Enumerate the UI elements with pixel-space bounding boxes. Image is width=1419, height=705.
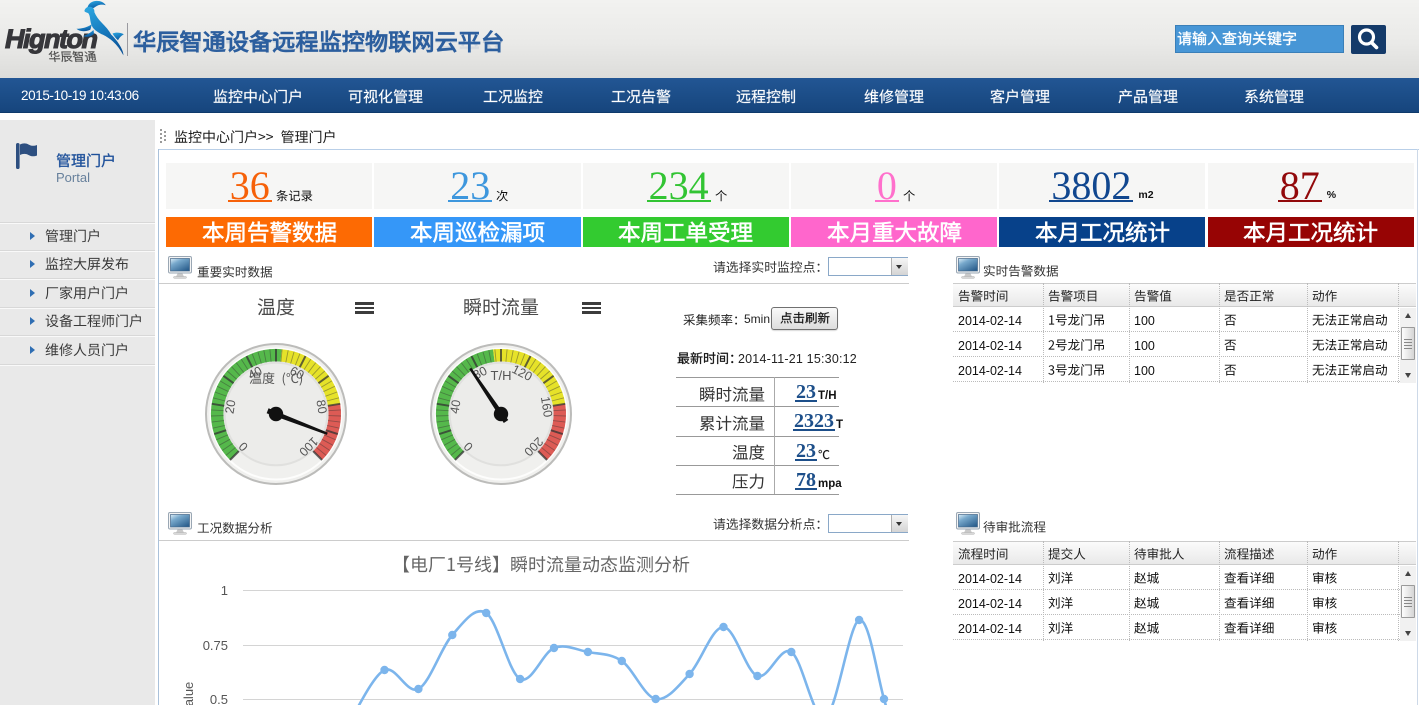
svg-text:T/H: T/H xyxy=(491,368,512,383)
svg-text:20: 20 xyxy=(223,399,239,415)
svg-text:40: 40 xyxy=(448,399,464,415)
svg-text:80: 80 xyxy=(313,399,329,415)
